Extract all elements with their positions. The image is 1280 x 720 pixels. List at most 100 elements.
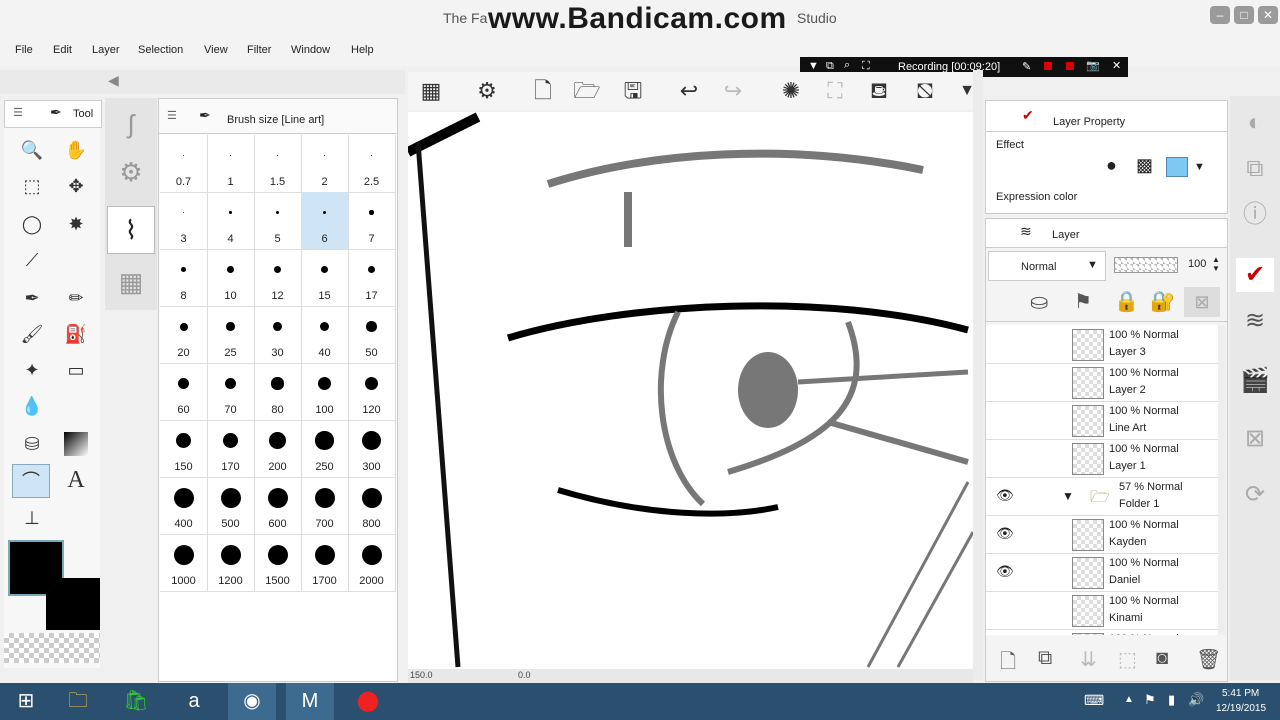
lock-transparent-icon[interactable]: 🔐 — [1150, 289, 1175, 314]
menu-help[interactable]: Help — [351, 44, 374, 56]
brush-size-option[interactable]: 30 — [254, 306, 302, 364]
brush-tool-icon[interactable]: 🖌 — [14, 318, 50, 350]
close-button[interactable]: ✕ — [1258, 6, 1278, 24]
menu-filter[interactable]: Filter — [247, 44, 271, 56]
store-icon[interactable]: 🛍 — [112, 683, 160, 720]
chrome-icon[interactable]: ◉ — [228, 683, 276, 720]
sync-icon[interactable]: ⟳ — [1236, 478, 1274, 512]
image-icon[interactable]: ⊠ — [1236, 422, 1274, 456]
brush-size-option[interactable]: 12 — [254, 249, 302, 307]
lock-layer-icon[interactable]: 🔒 — [1114, 289, 1139, 314]
panel-menu-icon[interactable]: ☰ — [167, 109, 177, 122]
visibility-eye-icon[interactable]: 👁 — [996, 563, 1014, 580]
fill-icon[interactable]: ⛾ — [864, 76, 894, 106]
brush-size-option[interactable]: 2.5 — [348, 135, 396, 193]
fill-tool-icon[interactable]: ⛁ — [14, 428, 50, 460]
layer-row[interactable]: 👁 100 % Normal Daniel — [986, 553, 1218, 592]
pencil-tool-icon[interactable]: ✏ — [58, 282, 94, 314]
combine-layer-icon[interactable]: ⬚ — [1118, 647, 1137, 672]
layer-property-tab[interactable]: Layer Property — [1053, 116, 1125, 128]
new-file-icon[interactable]: 🗋 — [528, 76, 558, 106]
folder-expand-icon[interactable]: ▼ — [1062, 489, 1074, 503]
tone-effect-icon[interactable]: ▩ — [1136, 155, 1153, 176]
circle-effect-icon[interactable]: ● — [1106, 155, 1117, 176]
navigator-icon[interactable]: ◐ — [1236, 106, 1274, 140]
brush-size-option[interactable]: 3 — [160, 192, 208, 250]
layer-property-dock-icon[interactable]: ✔ — [1236, 258, 1274, 292]
brush-size-option[interactable]: 7 — [348, 192, 396, 250]
subtool-grid-icon[interactable]: ▦ — [109, 260, 153, 304]
crop-icon[interactable]: ⛶ — [820, 76, 850, 106]
brush-size-option[interactable]: 250 — [301, 420, 349, 478]
brush-size-option[interactable]: 80 — [254, 363, 302, 421]
menu-view[interactable]: View — [204, 44, 228, 56]
brush-size-option[interactable]: 1.5 — [254, 135, 302, 193]
tool-tab-label[interactable]: Tool — [73, 108, 93, 120]
brush-size-option[interactable]: 20 — [160, 306, 208, 364]
brush-size-option[interactable]: 1700 — [301, 534, 349, 592]
hand-tool-icon[interactable]: ✋ — [58, 134, 94, 166]
transparent-color-swatch[interactable] — [4, 633, 100, 663]
battery-icon[interactable]: ▮ — [1168, 692, 1175, 708]
redo-icon[interactable]: ↪ — [718, 76, 748, 106]
visibility-eye-icon[interactable]: 👁 — [996, 525, 1014, 542]
object-tool-icon[interactable]: ⬚ — [14, 170, 50, 202]
color-effect-icon[interactable] — [1166, 157, 1188, 177]
brush-size-option[interactable]: 50 — [348, 306, 396, 364]
airbrush-tool-icon[interactable]: ⛽ — [58, 318, 94, 350]
bandicam-icon[interactable]: ⬤ — [344, 683, 392, 720]
effect-dropdown-icon[interactable]: ▼ — [1194, 161, 1205, 173]
keyboard-icon[interactable]: ⌨ — [1084, 692, 1104, 709]
record-icon[interactable] — [1066, 62, 1074, 70]
undo-icon[interactable]: ↩ — [674, 76, 704, 106]
transform-icon[interactable]: ⛞ — [910, 76, 940, 106]
layer-row[interactable]: 100 % Normal Layer 2 — [986, 363, 1218, 402]
eyedropper-icon[interactable]: ⟋ — [14, 244, 50, 276]
brush-size-option[interactable]: 120 — [348, 363, 396, 421]
clear-icon[interactable]: ✺ — [776, 76, 806, 106]
grid-view-icon[interactable]: ▦ — [416, 76, 446, 106]
visibility-eye-icon[interactable]: 👁 — [996, 487, 1014, 504]
layer-row[interactable]: 100 % Normal Kinami — [986, 591, 1218, 630]
brush-size-option[interactable]: 100 — [301, 363, 349, 421]
layer-scrollbar[interactable] — [1218, 325, 1226, 635]
opacity-slider[interactable] — [1114, 257, 1178, 273]
brush-size-option[interactable]: 10 — [207, 249, 255, 307]
opacity-value[interactable]: 100 — [1188, 258, 1206, 270]
transfer-down-icon[interactable]: ⇊ — [1080, 647, 1097, 672]
blend-tool-icon[interactable]: 💧 — [14, 390, 50, 422]
volume-icon[interactable]: 🔊 — [1188, 692, 1204, 708]
mask-layer-icon[interactable]: ⊠ — [1184, 287, 1220, 317]
reference-layer-icon[interactable]: ⚑ — [1074, 289, 1092, 314]
layer-folder-row[interactable]: 👁 ▼ 🗁 57 % Normal Folder 1 — [986, 477, 1218, 516]
magic-wand-icon[interactable]: ✸ — [58, 208, 94, 240]
layer-tab-label[interactable]: Layer — [1052, 229, 1080, 241]
new-raster-layer-icon[interactable]: 🗋 — [1000, 647, 1016, 681]
brush-size-option[interactable]: 5 — [254, 192, 302, 250]
brush-size-option[interactable]: 200 — [254, 420, 302, 478]
sub-view-icon[interactable]: ⧉ — [1236, 152, 1274, 186]
brush-size-option[interactable]: 2 — [301, 135, 349, 193]
settings-icon[interactable]: ⚙ — [472, 76, 502, 106]
layer-row[interactable]: 100 % Normal — [986, 629, 1218, 635]
brush-size-option[interactable]: 60 — [160, 363, 208, 421]
minimize-button[interactable]: – — [1210, 6, 1230, 24]
stop-icon[interactable] — [1044, 62, 1052, 70]
open-folder-icon[interactable]: 🗁 — [572, 76, 602, 106]
clip-studio-icon[interactable]: M — [286, 683, 334, 720]
clock-date[interactable]: 12/19/2015 — [1216, 703, 1266, 714]
drawing-canvas[interactable] — [408, 112, 973, 670]
panel-menu-icon[interactable]: ☰ — [13, 106, 23, 119]
menu-edit[interactable]: Edit — [53, 44, 72, 56]
brush-size-option[interactable]: 6 — [301, 192, 349, 250]
brush-size-option[interactable]: 25 — [207, 306, 255, 364]
camera-icon[interactable]: 📷 — [1086, 59, 1100, 72]
tray-expand-icon[interactable]: ▲ — [1124, 694, 1134, 705]
brush-size-option[interactable]: 8 — [160, 249, 208, 307]
move-tool-icon[interactable]: ✥ — [58, 170, 94, 202]
opacity-spinner-icon[interactable]: ▲ ▼ — [1212, 255, 1220, 273]
zoom-value[interactable]: 150.0 — [410, 670, 433, 680]
search-icon[interactable]: ⌕ — [844, 59, 850, 72]
brush-size-option[interactable]: 600 — [254, 477, 302, 535]
brush-size-option[interactable]: 1 — [207, 135, 255, 193]
